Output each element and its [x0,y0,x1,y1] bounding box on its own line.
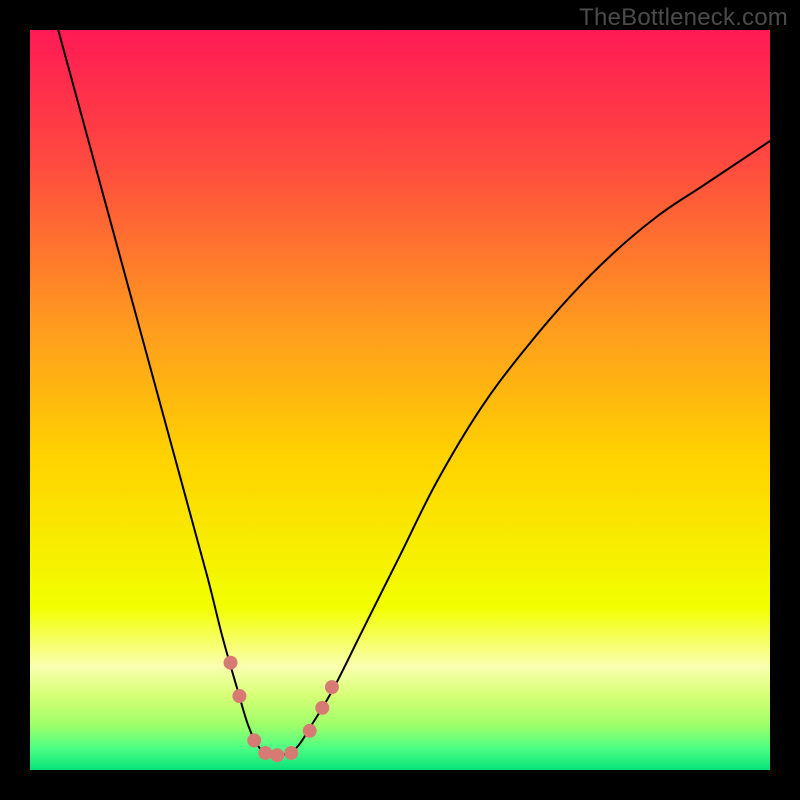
marker-dot [315,701,329,715]
chart-frame: TheBottleneck.com [0,0,800,800]
chart-svg [30,30,770,770]
marker-dot [224,656,238,670]
marker-dot [284,746,298,760]
marker-dot [325,680,339,694]
marker-dot [247,733,261,747]
marker-dot [303,724,317,738]
marker-dot [270,748,284,762]
plot-area [30,30,770,770]
marker-dot [232,689,246,703]
watermark-text: TheBottleneck.com [579,4,788,32]
marker-dot [258,746,272,760]
gradient-background [30,30,770,770]
